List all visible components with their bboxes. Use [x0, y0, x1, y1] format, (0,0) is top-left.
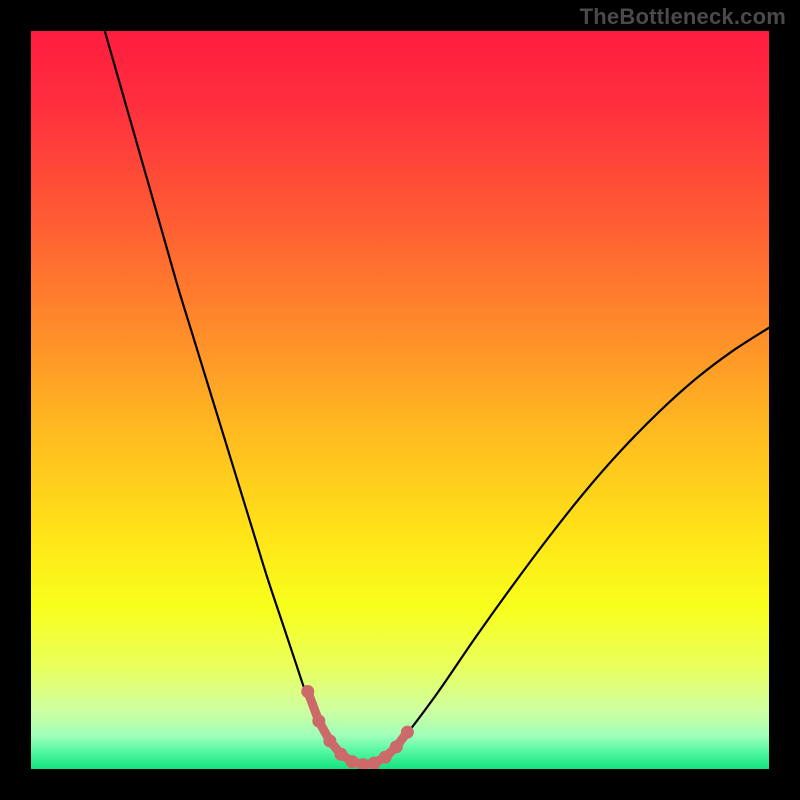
curve-layer [31, 31, 769, 769]
marker-dot [390, 740, 403, 753]
marker-dot [312, 715, 325, 728]
bottom-marker-path [308, 692, 408, 765]
marker-dot [346, 755, 359, 768]
marker-dot [301, 685, 314, 698]
marker-dot [379, 751, 392, 764]
bottleneck-curve [105, 31, 769, 765]
marker-dot [334, 748, 347, 761]
watermark-text: TheBottleneck.com [580, 4, 786, 30]
marker-dot [323, 734, 336, 747]
plot-area [31, 31, 769, 769]
chart-frame: TheBottleneck.com [0, 0, 800, 800]
bottom-marker-dots [301, 685, 414, 769]
marker-dot [401, 726, 414, 739]
marker-dot [368, 757, 381, 769]
